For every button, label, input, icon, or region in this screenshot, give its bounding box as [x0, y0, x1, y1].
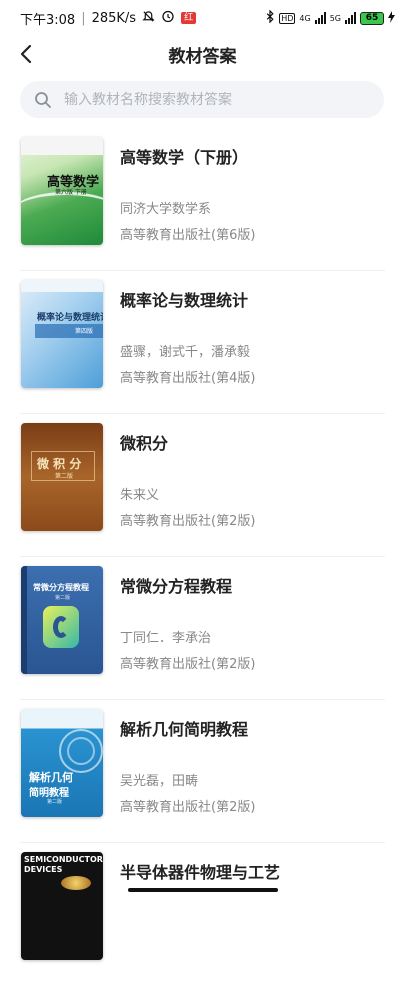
back-button[interactable]	[12, 40, 40, 68]
book-info: 微积分 朱来义 高等教育出版社(第2版)	[120, 430, 385, 529]
book-title: 常微分方程教程	[120, 577, 233, 596]
status-speed: 285K/s	[91, 10, 137, 26]
book-info: 常微分方程教程 丁同仁．李承治 高等教育出版社(第2版)	[120, 573, 385, 672]
cover-subtitle: 第二版	[47, 799, 63, 805]
book-author: 丁同仁．李承治	[120, 631, 212, 646]
book-publisher: 高等教育出版社(第2版)	[120, 800, 256, 815]
battery-icon: 65	[360, 11, 384, 25]
book-publisher: 高等教育出版社(第4版)	[120, 371, 256, 386]
book-publisher: 高等教育出版社(第6版)	[120, 228, 256, 243]
book-cover[interactable]: 解析几何 简明教程 第二版	[21, 709, 103, 817]
book-publisher: 高等教育出版社(第2版)	[120, 657, 256, 672]
status-left: 下午3:08 | 285K/s 红	[20, 9, 197, 28]
cover-subtitle: 第六版 下册	[55, 189, 87, 196]
book-title: 微积分	[120, 434, 169, 453]
list-item[interactable]: 概率论与数理统计 第四版 概率论与数理统计 盛骤，谢式千，潘承毅 高等教育出版社…	[0, 271, 405, 414]
cover-title: 常微分方程教程	[33, 582, 89, 592]
book-info: 高等数学（下册） 同济大学数学系 高等教育出版社(第6版)	[120, 144, 385, 243]
status-time: 下午3:08	[20, 12, 76, 28]
book-title: 半导体器件物理与工艺	[120, 863, 281, 882]
bluetooth-icon	[265, 9, 275, 26]
book-author: 朱来义	[120, 488, 160, 503]
page-title: 教材答案	[168, 46, 237, 67]
cover-title-line2: 简明教程	[29, 788, 69, 799]
book-author: 盛骤，谢式千，潘承毅	[120, 345, 251, 360]
charging-icon	[388, 10, 395, 26]
list-item[interactable]: 常微分方程教程 第二版 常微分方程教程 丁同仁．李承治 高等教育出版社(第2版)	[0, 557, 405, 700]
search-bar[interactable]	[20, 81, 384, 118]
list-item[interactable]: 微 积 分 第二版 微积分 朱来义 高等教育出版社(第2版)	[0, 414, 405, 557]
book-author: 同济大学数学系	[120, 202, 212, 217]
mute-icon	[142, 10, 155, 27]
book-title: 高等数学（下册）	[120, 148, 249, 167]
book-cover[interactable]: 微 积 分 第二版	[21, 423, 103, 531]
book-author: 吴光磊，田畴	[120, 774, 199, 789]
signal-icon	[314, 12, 326, 24]
search-input[interactable]	[62, 90, 366, 109]
cover-title: 微 积 分	[37, 457, 82, 471]
book-info: 解析几何简明教程 吴光磊，田畴 高等教育出版社(第2版)	[120, 716, 385, 815]
search-icon	[35, 91, 51, 108]
network-label-left: 4G	[299, 13, 311, 23]
cover-title-line2: DEVICES	[24, 865, 63, 874]
book-publisher: 高等教育出版社(第2版)	[120, 514, 256, 529]
book-info: 概率论与数理统计 盛骤，谢式千，潘承毅 高等教育出版社(第4版)	[120, 287, 385, 386]
book-cover[interactable]: 概率论与数理统计 第四版	[21, 280, 103, 388]
cover-subtitle: 第四版	[75, 328, 94, 335]
book-title: 概率论与数理统计	[120, 291, 249, 310]
cover-title: 概率论与数理统计	[37, 313, 103, 323]
header: 教材答案	[0, 36, 405, 72]
signal-icon-2	[345, 12, 356, 24]
notification-badge-icon: 红	[181, 12, 197, 24]
book-info: 半导体器件物理与工艺	[120, 859, 385, 883]
book-title: 解析几何简明教程	[120, 720, 249, 739]
hd-icon: HD	[279, 12, 296, 24]
status-bar: 下午3:08 | 285K/s 红 HD 4G 5G 65	[0, 0, 405, 36]
book-cover[interactable]: 高等数学 第六版 下册	[21, 137, 103, 245]
status-right: HD 4G 5G 65	[265, 9, 395, 26]
cover-subtitle: 第二版	[55, 595, 71, 601]
home-indicator	[128, 888, 278, 892]
list-item[interactable]: SEMICONDUCTOR DEVICES 半导体器件物理与工艺	[0, 843, 405, 986]
book-list: 高等数学 第六版 下册 高等数学（下册） 同济大学数学系 高等教育出版社(第6版…	[0, 128, 405, 986]
alarm-icon	[161, 9, 175, 27]
cover-title: 解析几何	[29, 771, 73, 784]
network-label-right: 5G	[329, 13, 341, 23]
cover-subtitle: 第二版	[55, 473, 74, 480]
cover-title: SEMICONDUCTOR	[24, 855, 103, 864]
list-item[interactable]: 高等数学 第六版 下册 高等数学（下册） 同济大学数学系 高等教育出版社(第6版…	[0, 128, 405, 271]
book-cover[interactable]: SEMICONDUCTOR DEVICES	[21, 852, 103, 960]
list-item[interactable]: 解析几何 简明教程 第二版 解析几何简明教程 吴光磊，田畴 高等教育出版社(第2…	[0, 700, 405, 843]
chevron-left-icon	[20, 44, 32, 64]
book-cover[interactable]: 常微分方程教程 第二版	[21, 566, 103, 674]
